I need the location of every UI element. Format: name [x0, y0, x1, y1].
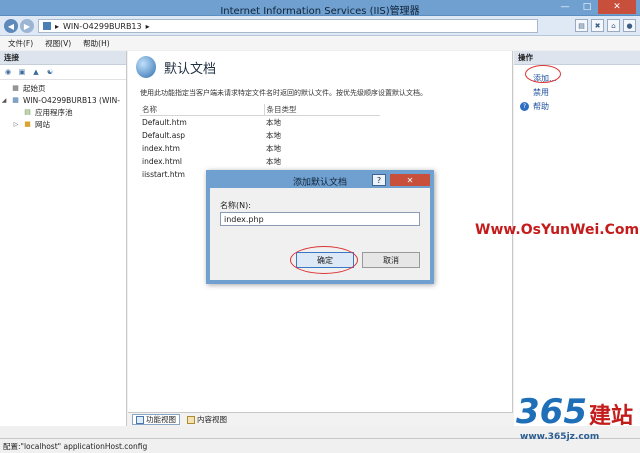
connect-icon[interactable]: ◉ [3, 67, 13, 77]
dialog-title: 添加默认文档 [292, 177, 347, 188]
logo-number: 365 [516, 392, 587, 432]
doc-type: 本地 [266, 156, 281, 166]
expand-icon[interactable]: ▷ [12, 121, 20, 128]
menu-file[interactable]: 文件(F) [8, 38, 33, 49]
tree-label: 应用程序池 [35, 107, 73, 117]
connections-header: 连接 [0, 51, 126, 65]
menu-view[interactable]: 视图(V) [45, 38, 71, 49]
doc-name: index.html [142, 156, 182, 166]
table-row[interactable]: index.html 本地 [140, 155, 380, 168]
forward-button[interactable]: ▶ [20, 19, 34, 33]
arrow-left-icon: ◀ [7, 21, 15, 31]
doc-name: Default.htm [142, 117, 187, 127]
doc-name: index.htm [142, 143, 180, 153]
collapse-icon[interactable]: ◢ [0, 97, 8, 104]
app-pool-icon: ▤ [24, 108, 31, 116]
address-path: WIN-O4299BURB13 [63, 21, 142, 31]
site-logo: 365 建站 [516, 392, 633, 432]
name-label: 名称(N): [220, 201, 251, 210]
logo-chinese: 建站 [588, 404, 633, 429]
tree-item-server[interactable]: ◢ ▦ WIN-O4299BURB13 (WIN- [0, 94, 126, 106]
actions-header: 操作 [514, 51, 640, 65]
action-help[interactable]: ? 帮助 [520, 99, 640, 113]
window-title: Internet Information Services (IIS)管理器 [220, 6, 420, 17]
help-menu-icon[interactable]: ● [623, 19, 636, 32]
cancel-button[interactable]: 取消 [362, 252, 420, 268]
tree-label: 网站 [35, 119, 50, 129]
title-bar: Internet Information Services (IIS)管理器 —… [0, 0, 640, 17]
tree-item-start-page[interactable]: ▦ 起始页 [0, 82, 126, 94]
logo-url: www.365jz.com [520, 432, 600, 442]
table-row[interactable]: Default.htm 本地 [140, 116, 380, 129]
view-tabs: 功能视图 内容视图 [128, 412, 513, 426]
tree-item-sites[interactable]: ▷ ■ 网站 [0, 118, 126, 130]
doc-name: Default.asp [142, 130, 186, 140]
network-icon[interactable]: ▤ [575, 19, 588, 32]
status-text: 配置:"localhost" applicationHost.config [3, 441, 148, 451]
connections-toolbar: ◉ ▣ ▲ ☯ [0, 65, 126, 80]
name-input[interactable]: index.php [220, 212, 420, 226]
close-icon: ✕ [406, 175, 414, 185]
doc-type: 本地 [266, 143, 281, 153]
tab-label: 内容视图 [197, 415, 227, 424]
tab-features-view[interactable]: 功能视图 [132, 414, 180, 425]
default-document-icon [136, 56, 156, 78]
action-label: 帮助 [533, 101, 549, 111]
connections-tree: ▦ 起始页 ◢ ▦ WIN-O4299BURB13 (WIN- ▤ 应用程序池 … [0, 80, 126, 130]
watermark-text: Www.OsYunWei.Com [475, 222, 640, 238]
start-page-icon: ▦ [12, 84, 19, 92]
page-header: 默认文档 [136, 56, 216, 78]
tree-label: WIN-O4299BURB13 (WIN- [23, 95, 120, 105]
tree-item-app-pools[interactable]: ▤ 应用程序池 [0, 106, 126, 118]
stop-icon[interactable]: ✖ [591, 19, 604, 32]
maximize-button[interactable]: □ [576, 0, 598, 14]
actions-panel: 操作 添加... 禁用 ? 帮助 [514, 51, 640, 426]
dialog-title-bar: 添加默认文档 ? ✕ [210, 174, 430, 188]
back-button[interactable]: ◀ [4, 19, 18, 33]
page-description: 使用此功能指定当客户端未请求特定文件名时返回的默认文件。按优先级顺序设置默认文档… [140, 89, 427, 97]
globe-icon[interactable]: ☯ [45, 67, 55, 77]
save-icon[interactable]: ▣ [17, 67, 27, 77]
dialog-close-button[interactable]: ✕ [390, 174, 430, 186]
ok-highlight-circle [290, 246, 358, 274]
server-icon [43, 22, 51, 30]
column-header-name[interactable]: 名称 [140, 104, 265, 116]
address-separator-2: ▸ [145, 21, 150, 31]
features-view-icon [136, 415, 144, 424]
action-label: 禁用 [533, 87, 549, 97]
tab-content-view[interactable]: 内容视图 [184, 414, 230, 425]
page-title: 默认文档 [164, 61, 217, 77]
add-highlight-circle [525, 65, 561, 83]
menu-bar: 文件(F) 视图(V) 帮助(H) [0, 36, 640, 50]
folder-icon: ■ [24, 120, 31, 128]
menu-help[interactable]: 帮助(H) [83, 38, 110, 49]
server-icon: ▦ [12, 96, 19, 104]
action-disable[interactable]: 禁用 [520, 85, 640, 99]
tree-label: 起始页 [23, 83, 46, 93]
table-row[interactable]: Default.asp 本地 [140, 129, 380, 142]
minimize-button[interactable]: — [554, 0, 576, 14]
address-separator: ▸ [55, 21, 60, 31]
tab-label: 功能视图 [146, 415, 176, 424]
address-field[interactable]: ▸ WIN-O4299BURB13 ▸ [38, 19, 538, 33]
address-bar: ◀ ▶ ▸ WIN-O4299BURB13 ▸ ▤ ✖ ⌂ ● [0, 16, 640, 36]
add-default-document-dialog: 添加默认文档 ? ✕ 名称(N): index.php 确定 取消 [206, 170, 434, 284]
help-icon: ? [520, 101, 529, 111]
column-header-type[interactable]: 条目类型 [264, 104, 380, 116]
table-row[interactable]: index.htm 本地 [140, 142, 380, 155]
doc-type: 本地 [266, 130, 281, 140]
address-icons: ▤ ✖ ⌂ ● [575, 19, 636, 32]
doc-type: 本地 [266, 117, 281, 127]
up-icon[interactable]: ▲ [31, 67, 41, 77]
content-view-icon [187, 415, 195, 424]
arrow-right-icon: ▶ [23, 21, 31, 31]
close-button[interactable]: ✕ [598, 0, 636, 14]
dialog-help-button[interactable]: ? [372, 174, 386, 186]
connections-panel: 连接 ◉ ▣ ▲ ☯ ▦ 起始页 ◢ ▦ WIN-O4299BURB13 (WI… [0, 51, 127, 426]
home-icon[interactable]: ⌂ [607, 19, 620, 32]
window-controls: — □ ✕ [554, 0, 636, 14]
